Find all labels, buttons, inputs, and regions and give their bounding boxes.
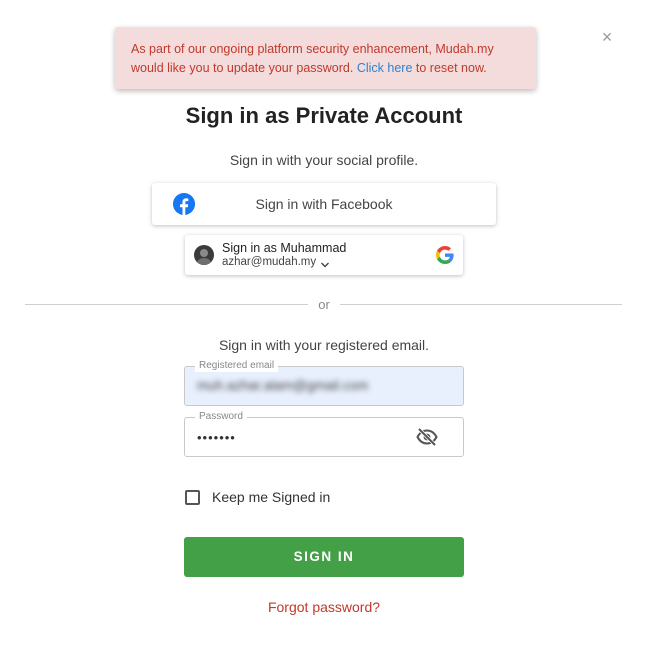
password-field[interactable]: Password ••••••• <box>184 411 464 457</box>
facebook-signin-button[interactable]: Sign in with Facebook <box>152 183 496 225</box>
divider-left <box>25 304 313 305</box>
sign-in-button[interactable]: SIGN IN <box>184 537 464 577</box>
divider-or-text: or <box>308 297 340 312</box>
email-field[interactable]: Registered email muh.azhar.alam@gmail.co… <box>184 360 464 406</box>
keep-signed-in-checkbox[interactable] <box>185 490 200 505</box>
avatar <box>194 245 214 265</box>
password-field-label: Password <box>195 411 247 423</box>
social-signin-prompt: Sign in with your social profile. <box>229 152 419 168</box>
banner-text-end: to reset now. <box>412 61 487 75</box>
google-signin-button[interactable]: Sign in as Muhammad azhar@mudah.my <box>185 235 463 275</box>
email-field-value: muh.azhar.alam@gmail.com <box>197 378 369 393</box>
forgot-password-link[interactable]: Forgot password? <box>0 599 648 615</box>
eye-off-icon[interactable] <box>416 427 438 447</box>
email-signin-prompt: Sign in with your registered email. <box>218 337 430 353</box>
email-field-label: Registered email <box>195 360 279 372</box>
divider-right <box>335 304 622 305</box>
close-icon[interactable]: × <box>598 28 616 46</box>
chevron-down-icon <box>320 257 330 268</box>
google-icon <box>436 246 454 264</box>
page-title: Sign in as Private Account <box>185 103 463 128</box>
reset-password-link[interactable]: Click here <box>357 61 413 75</box>
keep-signed-in-label[interactable]: Keep me Signed in <box>212 489 330 505</box>
google-account-name: Sign in as Muhammad <box>222 241 347 255</box>
password-field-value: ••••••• <box>197 430 236 445</box>
facebook-icon <box>173 193 195 215</box>
security-notice-banner: As part of our ongoing platform security… <box>115 27 536 89</box>
facebook-signin-label: Sign in with Facebook <box>255 196 393 212</box>
google-account-email: azhar@mudah.my <box>222 256 317 268</box>
